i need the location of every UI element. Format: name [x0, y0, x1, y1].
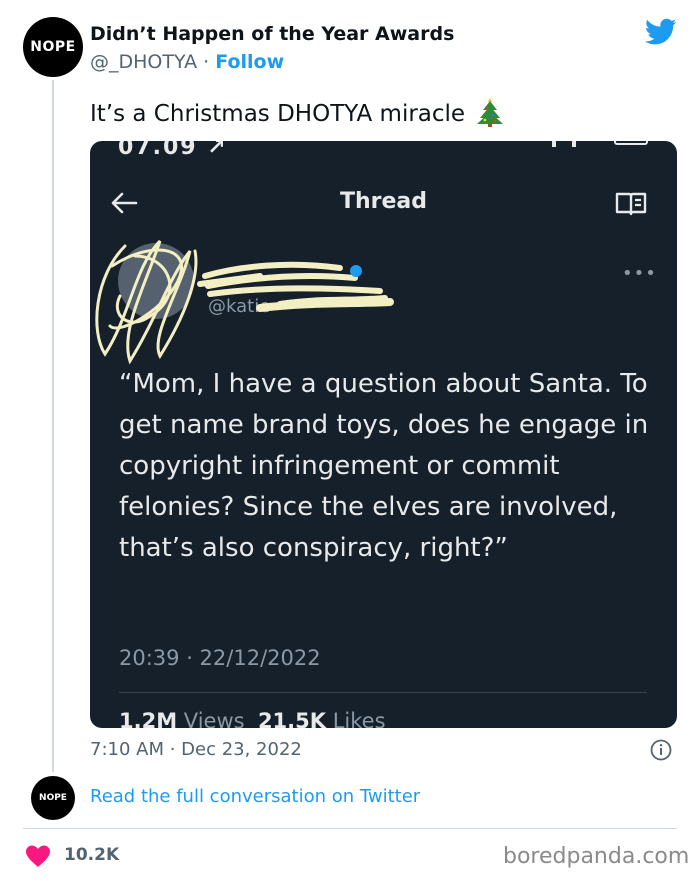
twitter-bird-icon[interactable] [645, 18, 677, 46]
tweet-text-content: It’s a Christmas DHOTYA miracle [90, 101, 466, 127]
thread-divider [119, 692, 647, 693]
author-handle[interactable]: @_DHOTYA [90, 51, 197, 73]
likes-label: Likes [332, 709, 386, 728]
tweet-date[interactable]: 7:10 AM · Dec 23, 2022 [90, 739, 302, 760]
views-count: 1.2M [119, 709, 178, 728]
thread-line [52, 80, 54, 772]
info-icon[interactable] [650, 739, 672, 761]
author-display-name[interactable]: Didn’t Happen of the Year Awards [90, 23, 454, 45]
verified-badge-icon [350, 265, 362, 277]
read-conversation-link[interactable]: Read the full conversation on Twitter [90, 786, 420, 807]
christmas-tree-icon [477, 98, 504, 127]
conversation-avatar[interactable]: NOPE [31, 776, 75, 820]
heart-icon[interactable] [25, 844, 51, 868]
battery-icon [614, 141, 648, 145]
likes-count: 21.5K [257, 709, 327, 728]
thread-stats: 1.2M Views 21.5K Likes [119, 709, 386, 728]
author-handle-row: @_DHOTYA · Follow [90, 51, 284, 73]
footer-divider [23, 828, 677, 829]
views-label: Views [183, 709, 245, 728]
more-options-icon[interactable]: ••• [622, 263, 657, 284]
censored-profile: @katie [95, 239, 394, 365]
thread-timestamp: 20:39 · 22/12/2022 [119, 646, 321, 670]
follow-button[interactable]: Follow [215, 51, 284, 73]
book-icon[interactable] [614, 191, 648, 217]
thread-header-title: Thread [339, 189, 428, 214]
signal-icon [552, 141, 576, 147]
boredpanda-watermark: boredpanda.com [503, 844, 690, 869]
separator-dot: · [197, 51, 216, 73]
embedded-screenshot[interactable]: 07.09 ↗ Thread @katie ••• “Mom, I have a… [90, 141, 677, 728]
like-count: 10.2K [64, 845, 120, 865]
tweet-text: It’s a Christmas DHOTYA miracle [90, 97, 504, 127]
status-bar-time: 07.09 ↗ [118, 141, 228, 160]
author-avatar[interactable]: NOPE [23, 17, 83, 77]
thread-quote-text: “Mom, I have a question about Santa. To … [119, 369, 649, 563]
